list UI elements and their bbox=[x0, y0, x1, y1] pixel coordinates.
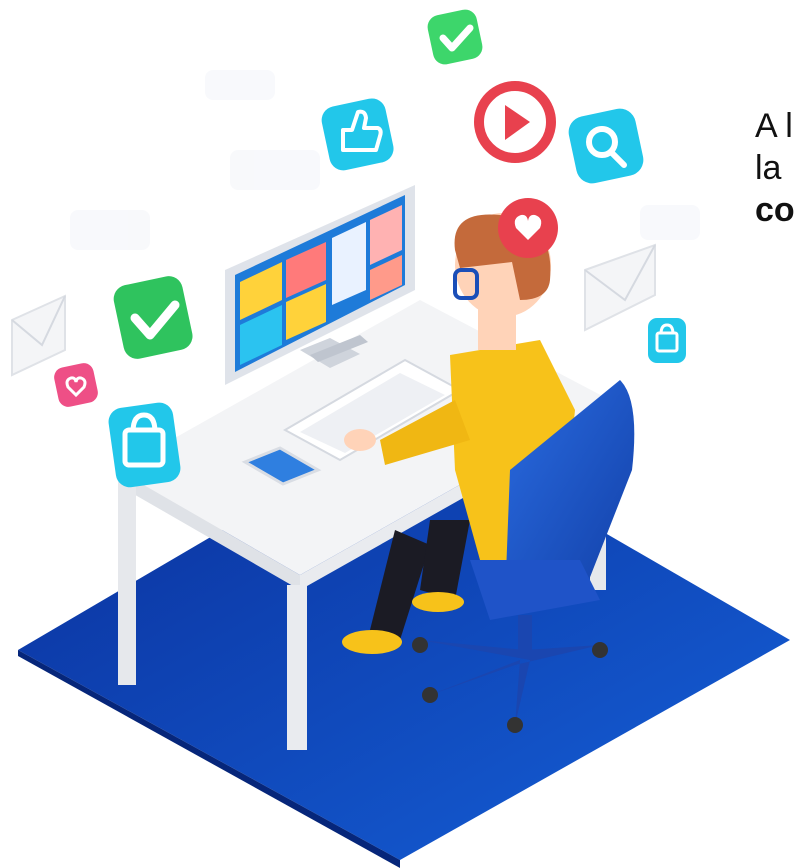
caption-line-3: co bbox=[755, 191, 795, 229]
page: A l la co bbox=[0, 0, 805, 868]
heart-icon bbox=[54, 363, 98, 407]
search-icon bbox=[568, 108, 644, 184]
caption-line-1: A l bbox=[755, 107, 793, 145]
caption-text: A l la co bbox=[755, 105, 805, 231]
heart-icon bbox=[498, 198, 558, 258]
check-icon bbox=[113, 276, 193, 359]
thumbs-up-icon bbox=[321, 98, 394, 171]
caption-line-2: la bbox=[755, 149, 782, 187]
envelope-icon bbox=[11, 294, 66, 377]
shopping-bag-icon bbox=[648, 318, 686, 363]
workspace-illustration bbox=[11, 9, 790, 868]
play-icon bbox=[474, 81, 556, 163]
check-icon bbox=[427, 9, 483, 65]
envelope-icon bbox=[584, 243, 656, 332]
shopping-bag-icon bbox=[108, 402, 181, 488]
